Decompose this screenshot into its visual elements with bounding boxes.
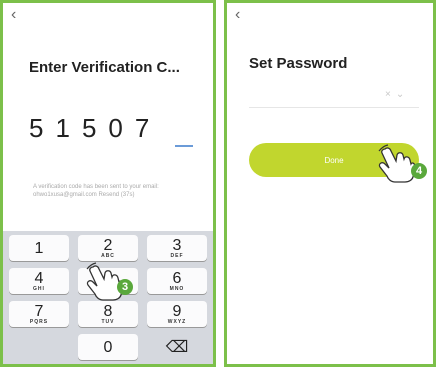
- delete-key[interactable]: ⌫: [147, 334, 207, 360]
- code-digit: 0: [108, 113, 125, 143]
- code-digit: 5: [29, 113, 46, 143]
- key-6[interactable]: 6 MNO: [147, 268, 207, 294]
- verification-screen: ‹ Enter Verification C... 5 1 5 0 7 A ve…: [0, 0, 216, 367]
- key-1[interactable]: 1: [9, 235, 69, 261]
- key-number: 2: [103, 236, 113, 254]
- back-icon[interactable]: ‹: [235, 7, 240, 23]
- input-cursor: [175, 145, 193, 147]
- key-number: 7: [34, 302, 44, 320]
- key-letters: PQRS: [29, 318, 49, 325]
- key-0[interactable]: 0: [78, 334, 138, 360]
- page-title: Enter Verification C...: [29, 59, 180, 76]
- page-title: Set Password: [249, 55, 348, 72]
- password-field-controls: ×⌄: [385, 89, 409, 100]
- key-3[interactable]: 3 DEF: [147, 235, 207, 261]
- key-7[interactable]: 7 PQRS: [9, 301, 69, 327]
- key-9[interactable]: 9 WXYZ: [147, 301, 207, 327]
- back-icon[interactable]: ‹: [11, 7, 16, 23]
- code-digit: 5: [81, 113, 99, 143]
- set-password-screen: ‹ Set Password ×⌄ Done 4: [224, 0, 436, 367]
- code-digit: 1: [55, 113, 72, 143]
- key-number: 3: [172, 236, 182, 254]
- verification-code-input[interactable]: 5 1 5 0 7: [29, 113, 151, 144]
- key-letters: TUV: [101, 318, 115, 325]
- clear-icon[interactable]: ×: [385, 89, 396, 100]
- key-number: 1: [34, 239, 44, 257]
- key-letters: WXYZ: [167, 318, 187, 325]
- key-number: 8: [103, 302, 113, 320]
- key-letters: GHI: [33, 285, 45, 292]
- step-badge: 3: [117, 279, 133, 295]
- key-number: 9: [172, 302, 182, 320]
- key-number: 6: [172, 269, 182, 287]
- tap-hand-icon: [378, 144, 416, 183]
- key-2[interactable]: 2 ABC: [78, 235, 138, 261]
- key-8[interactable]: 8 TUV: [78, 301, 138, 327]
- key-4[interactable]: 4 GHI: [9, 268, 69, 294]
- key-letters: DEF: [170, 252, 184, 259]
- key-number: 4: [34, 269, 44, 287]
- key-number: 0: [103, 338, 113, 356]
- key-letters: MNO: [169, 285, 185, 292]
- delete-icon: ⌫: [165, 338, 189, 356]
- visibility-toggle-icon[interactable]: ⌄: [396, 89, 409, 100]
- password-input[interactable]: [249, 107, 419, 108]
- hint-text: A verification code has been sent to you…: [33, 184, 159, 198]
- step-badge: 4: [411, 163, 427, 179]
- key-letters: ABC: [101, 252, 115, 259]
- code-digit: 7: [134, 113, 152, 143]
- key-blank: [9, 334, 69, 360]
